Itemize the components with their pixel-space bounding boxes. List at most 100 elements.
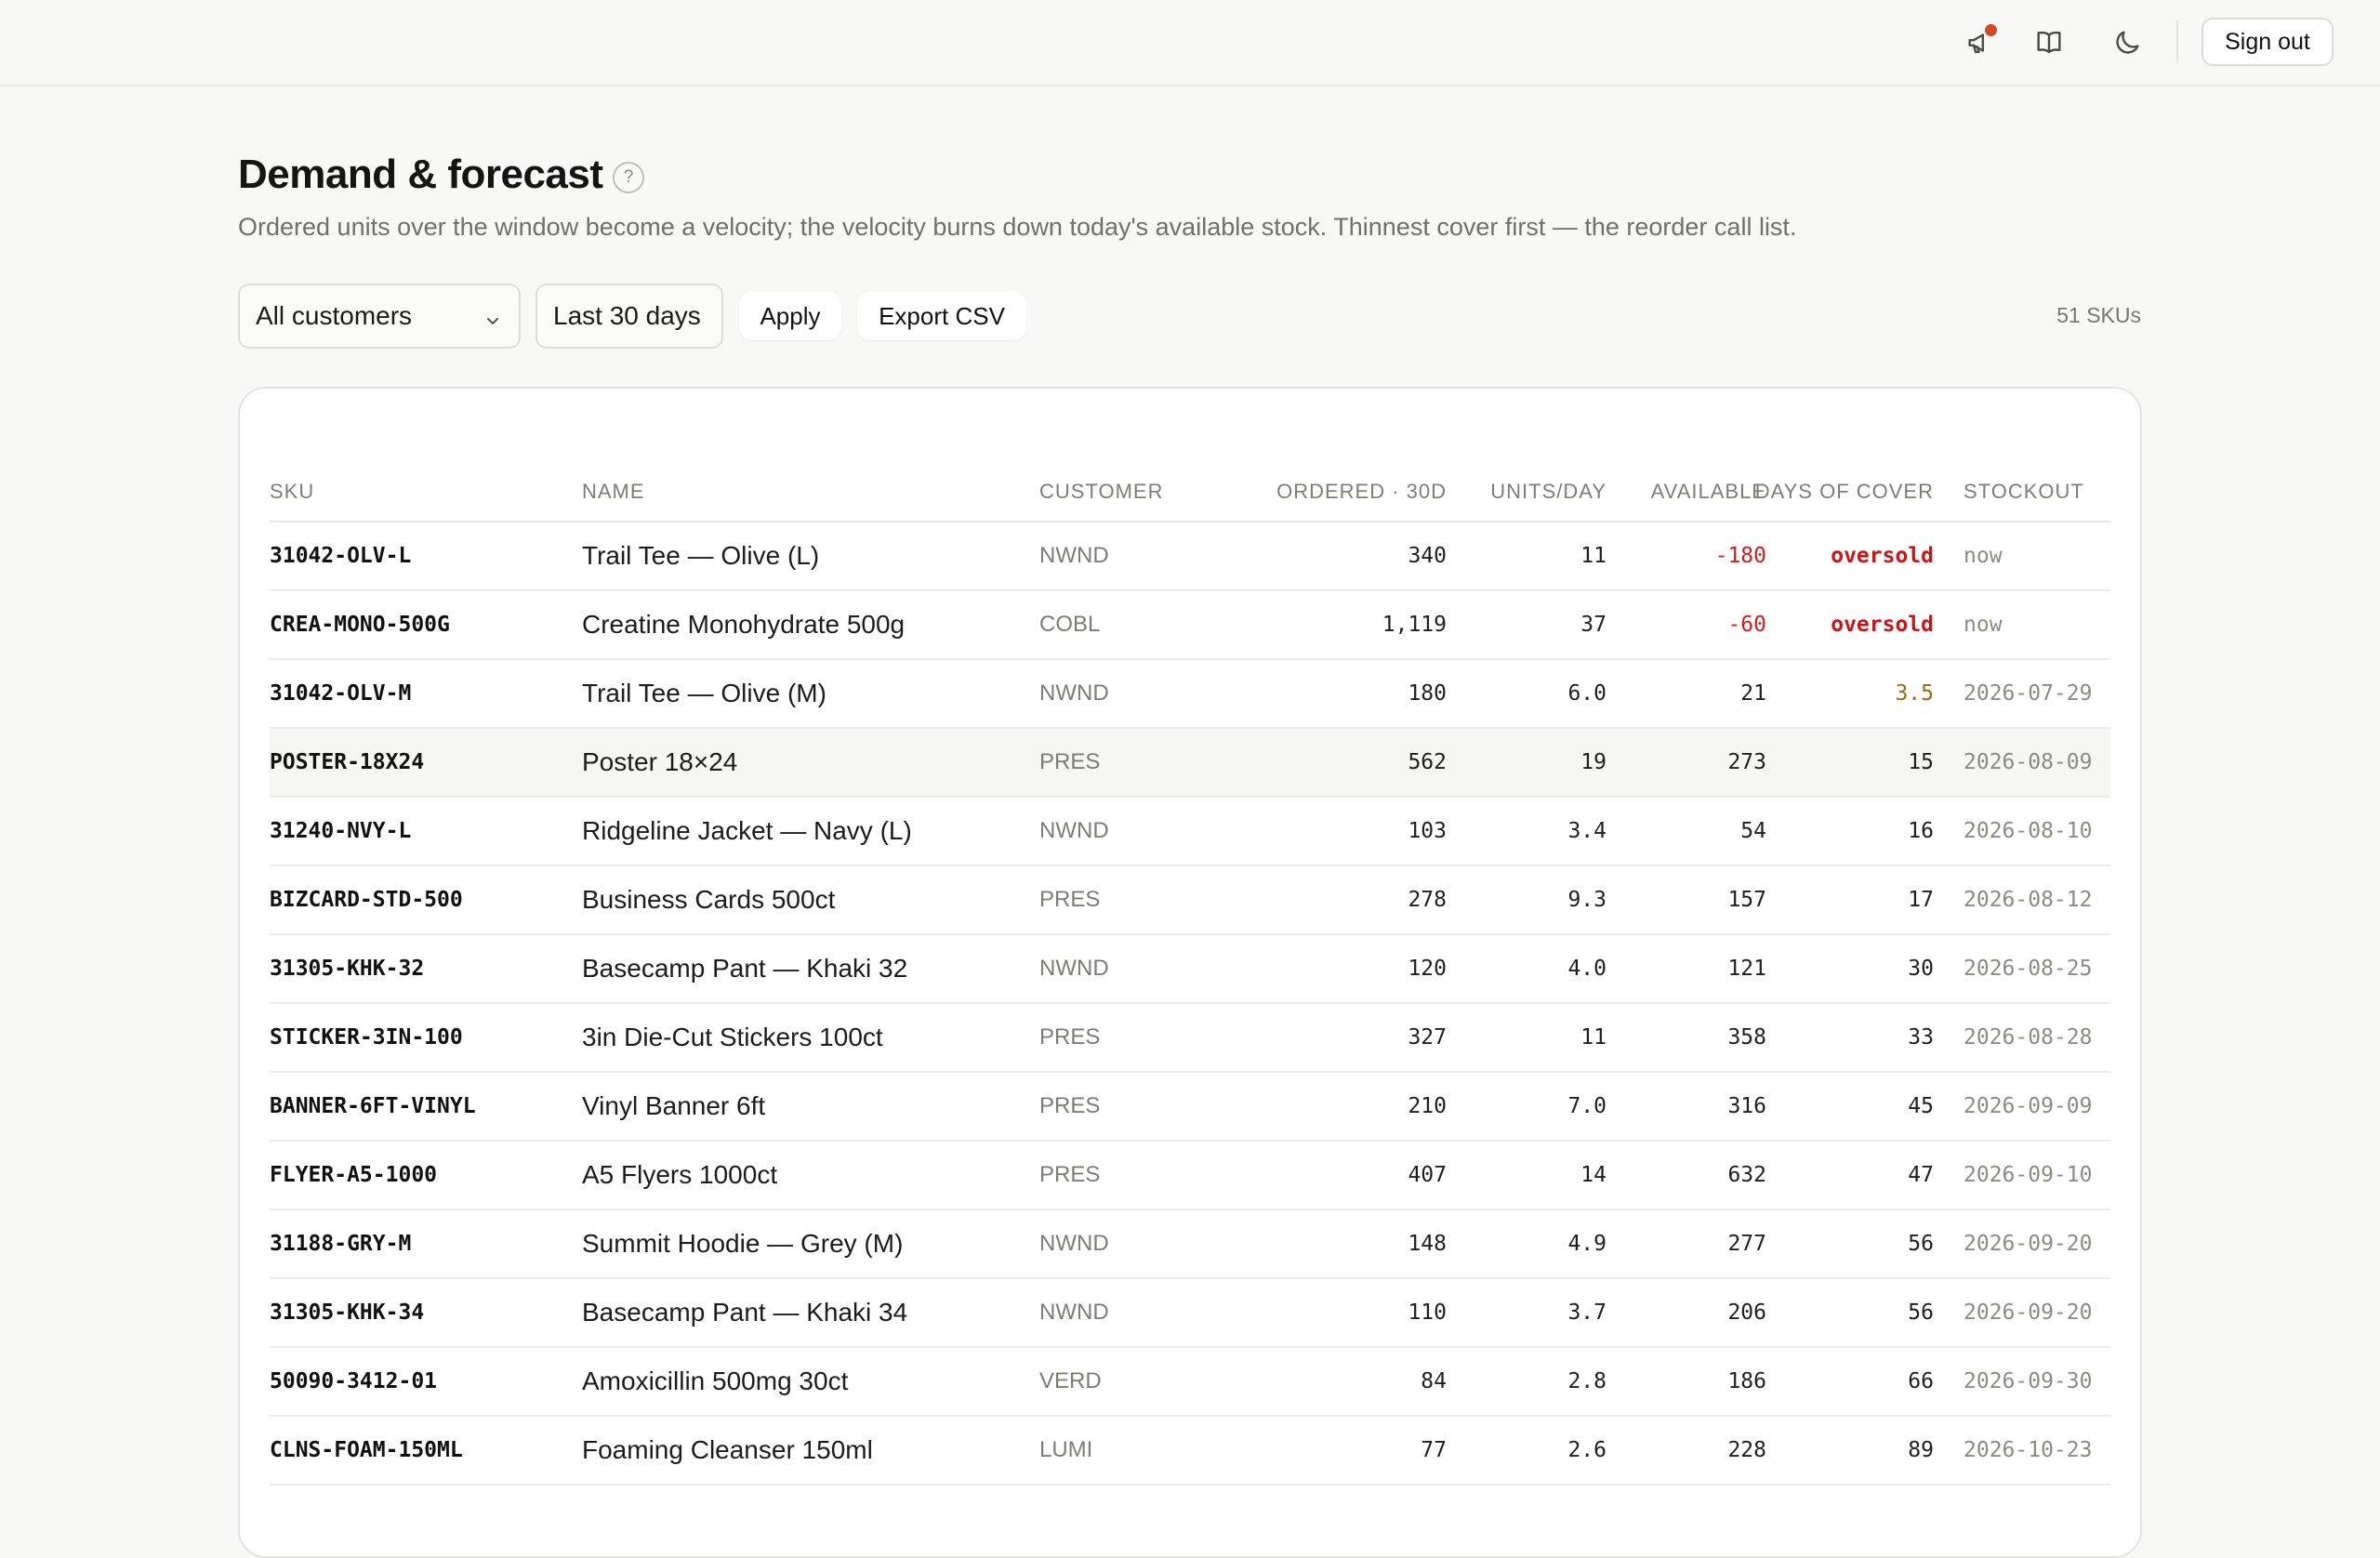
table-row[interactable]: 31305-KHK-32 Basecamp Pant — Khaki 32 NWND…: [270, 935, 2110, 1004]
stockout-cell: 2026-08-12: [1964, 888, 2093, 912]
customer-cell: NWND: [1039, 1231, 1109, 1256]
days-of-cover-cell: 45: [1908, 1094, 1934, 1118]
name-cell: Poster 18×24: [582, 747, 738, 776]
table-row[interactable]: CLNS-FOAM-150ML Foaming Cleanser 150ml LUM…: [270, 1417, 2110, 1485]
customer-cell: COBL: [1039, 612, 1101, 637]
units-per-day-cell: 3.7: [1567, 1301, 1606, 1325]
table-row[interactable]: BIZCARD-STD-500 Business Cards 500ct PRES 2…: [270, 866, 2110, 935]
stockout-cell: now: [1964, 544, 2003, 568]
book-icon: [2037, 31, 2061, 54]
export-csv-button[interactable]: Export CSV: [857, 292, 1026, 340]
customer-select[interactable]: All customers: [238, 284, 521, 349]
days-of-cover-cell: 56: [1908, 1301, 1934, 1325]
header-units-day[interactable]: UNITS/DAY: [1432, 480, 1606, 504]
name-cell: Business Cards 500ct: [582, 885, 836, 914]
sku-cell: 31305-KHK-34: [270, 1301, 425, 1325]
ordered-cell: 77: [1421, 1438, 1447, 1462]
help-icon[interactable]: ?: [613, 162, 644, 193]
date-range-select[interactable]: Last 30 days: [536, 284, 723, 349]
table-row[interactable]: 31188-GRY-M Summit Hoodie — Grey (M) NWND 1…: [270, 1210, 2110, 1279]
header-customer[interactable]: CUSTOMER: [1039, 480, 1164, 504]
ordered-cell: 1,119: [1382, 613, 1447, 637]
ordered-cell: 148: [1408, 1232, 1447, 1256]
theme-toggle-button[interactable]: [2107, 22, 2148, 63]
customer-cell: PRES: [1039, 1024, 1101, 1050]
table-header: SKU NAME CUSTOMER ORDERED · 30D UNITS/DA…: [270, 465, 2110, 522]
units-per-day-cell: 2.6: [1567, 1438, 1606, 1462]
name-cell: Summit Hoodie — Grey (M): [582, 1229, 904, 1258]
table-row[interactable]: CREA-MONO-500G Creatine Monohydrate 500g C…: [270, 591, 2110, 660]
name-cell: Ridgeline Jacket — Navy (L): [582, 816, 912, 845]
name-cell: Trail Tee — Olive (L): [582, 541, 820, 570]
days-of-cover-cell: 17: [1908, 888, 1934, 912]
days-of-cover-cell: 66: [1908, 1369, 1934, 1393]
ordered-cell: 110: [1408, 1301, 1447, 1325]
table-row[interactable]: BANNER-6FT-VINYL Vinyl Banner 6ft PRES 210 7…: [270, 1073, 2110, 1142]
stockout-cell: 2026-08-10: [1964, 819, 2093, 843]
name-cell: Basecamp Pant — Khaki 32: [582, 954, 908, 983]
docs-button[interactable]: [2029, 22, 2069, 63]
customer-cell: NWND: [1039, 1300, 1109, 1325]
name-cell: Trail Tee — Olive (M): [582, 679, 826, 707]
sku-cell: 31305-KHK-32: [270, 957, 425, 981]
available-cell: 121: [1727, 957, 1766, 981]
sku-cell: 50090-3412-01: [270, 1369, 438, 1393]
available-cell: 54: [1740, 819, 1766, 843]
customer-cell: PRES: [1039, 887, 1101, 912]
sku-cell: POSTER-18X24: [270, 750, 425, 774]
customer-cell: PRES: [1039, 1093, 1101, 1118]
stockout-cell: 2026-07-29: [1964, 681, 2093, 706]
header-sku[interactable]: SKU: [270, 480, 314, 504]
units-per-day-cell: 11: [1580, 1025, 1606, 1050]
sku-cell: STICKER-3IN-100: [270, 1025, 463, 1050]
available-cell: 273: [1727, 750, 1766, 774]
table-row[interactable]: 31042-OLV-L Trail Tee — Olive (L) NWND 340 1…: [270, 522, 2110, 591]
table-row[interactable]: 31240-NVY-L Ridgeline Jacket — Navy (L) NW…: [270, 798, 2110, 866]
stockout-cell: 2026-08-28: [1964, 1025, 2093, 1050]
available-cell: 228: [1727, 1438, 1766, 1462]
available-cell: 358: [1727, 1025, 1766, 1050]
header-available[interactable]: AVAILABLE: [1608, 480, 1766, 504]
apply-button[interactable]: Apply: [739, 292, 841, 340]
ordered-cell: 407: [1408, 1163, 1447, 1187]
stockout-cell: 2026-08-25: [1964, 957, 2093, 981]
sku-cell: 31042-OLV-L: [270, 544, 412, 568]
units-per-day-cell: 7.0: [1567, 1094, 1606, 1118]
ordered-cell: 278: [1408, 888, 1447, 912]
table-row[interactable]: 31305-KHK-34 Basecamp Pant — Khaki 34 NWND…: [270, 1279, 2110, 1348]
name-cell: Creatine Monohydrate 500g: [582, 610, 906, 639]
sku-cell: BANNER-6FT-VINYL: [270, 1094, 476, 1118]
announcements-button[interactable]: [1960, 22, 2001, 63]
stockout-cell: 2026-09-20: [1964, 1301, 2093, 1325]
header-ordered[interactable]: ORDERED · 30D: [1224, 480, 1447, 504]
chevron-down-icon: [483, 308, 502, 326]
available-cell: 277: [1727, 1232, 1766, 1256]
name-cell: Basecamp Pant — Khaki 34: [582, 1298, 908, 1327]
customer-cell: NWND: [1039, 956, 1109, 981]
days-of-cover-cell: 15: [1908, 750, 1934, 774]
table-row[interactable]: 31042-OLV-M Trail Tee — Olive (M) NWND 180 6…: [270, 660, 2110, 729]
stockout-cell: now: [1964, 613, 2003, 637]
sku-cell: 31188-GRY-M: [270, 1232, 412, 1256]
available-cell: 186: [1727, 1369, 1766, 1393]
table-row[interactable]: 50090-3412-01 Amoxicillin 500mg 30ct VERD 8…: [270, 1348, 2110, 1417]
ordered-cell: 180: [1408, 681, 1447, 706]
header-name[interactable]: NAME: [582, 480, 645, 504]
days-of-cover-cell: oversold: [1831, 613, 1934, 637]
header-stockout[interactable]: STOCKOUT: [1964, 480, 2084, 504]
units-per-day-cell: 9.3: [1567, 888, 1606, 912]
table-row[interactable]: POSTER-18X24 Poster 18×24 PRES 562 19 273 15 20…: [270, 729, 2110, 798]
header-days-of-cover[interactable]: DAYS OF COVER: [1748, 480, 1934, 504]
units-per-day-cell: 14: [1580, 1163, 1606, 1187]
name-cell: A5 Flyers 1000ct: [582, 1160, 778, 1189]
sign-out-button[interactable]: Sign out: [2202, 18, 2334, 66]
table-row[interactable]: FLYER-A5-1000 A5 Flyers 1000ct PRES 407 14 63…: [270, 1142, 2110, 1210]
stockout-cell: 2026-08-09: [1964, 750, 2093, 774]
days-of-cover-cell: 30: [1908, 957, 1934, 981]
units-per-day-cell: 6.0: [1567, 681, 1606, 706]
available-cell: -180: [1714, 544, 1766, 568]
table-row[interactable]: STICKER-3IN-100 3in Die-Cut Stickers 100c…: [270, 1004, 2110, 1073]
units-per-day-cell: 4.9: [1567, 1232, 1606, 1256]
name-cell: Foaming Cleanser 150ml: [582, 1435, 873, 1464]
customer-select-value: All customers: [256, 301, 413, 330]
